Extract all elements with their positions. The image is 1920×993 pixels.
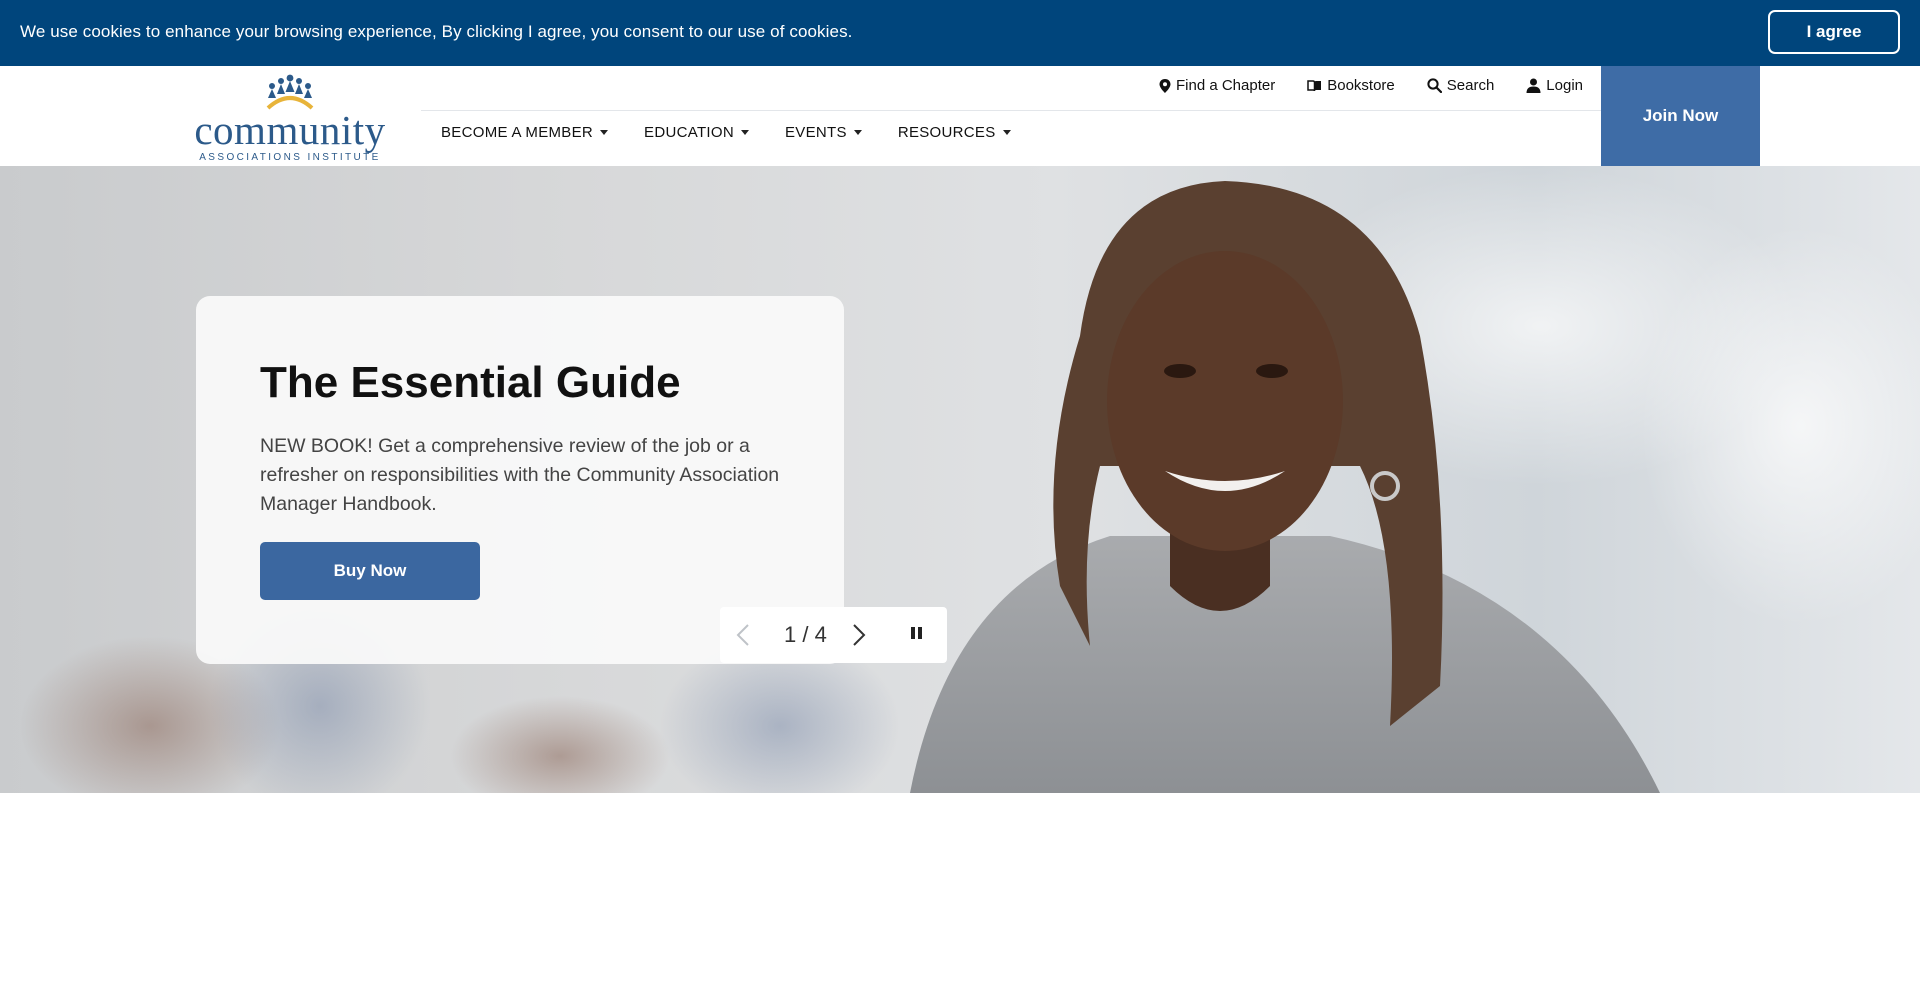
caret-down-icon	[740, 130, 749, 135]
search-link[interactable]: Search	[1427, 77, 1495, 94]
caret-down-icon	[600, 130, 609, 135]
utility-nav: Find a Chapter Bookstore Search Login	[1159, 77, 1583, 94]
hero-title: The Essential Guide	[260, 358, 681, 407]
header-divider	[421, 110, 1601, 111]
logo-subtitle: ASSOCIATIONS INSTITUTE	[199, 152, 381, 163]
logo-wordmark: community	[194, 107, 386, 153]
map-pin-icon	[1159, 78, 1171, 93]
user-icon	[1526, 78, 1541, 93]
caret-down-icon	[1002, 130, 1011, 135]
cookie-agree-button[interactable]: I agree	[1768, 10, 1900, 54]
cai-logo[interactable]: community ASSOCIATIONS INSTITUTE	[190, 74, 390, 163]
carousel-controls: 1 / 4	[720, 607, 947, 663]
nav-events[interactable]: EVENTS	[785, 124, 862, 141]
cookie-banner: We use cookies to enhance your browsing …	[0, 0, 1920, 66]
nav-education-label: EDUCATION	[644, 124, 734, 141]
nav-resources[interactable]: RESOURCES	[898, 124, 1011, 141]
bookstore-label: Bookstore	[1327, 77, 1395, 94]
find-chapter-link[interactable]: Find a Chapter	[1159, 77, 1275, 94]
nav-events-label: EVENTS	[784, 124, 847, 141]
hero-description: NEW BOOK! Get a comprehensive review of …	[260, 435, 780, 515]
chevron-left-icon[interactable]	[736, 623, 750, 647]
caret-down-icon	[853, 130, 862, 135]
book-icon	[1307, 79, 1322, 91]
slide-counter: 1 / 4	[784, 622, 827, 647]
login-label: Login	[1546, 77, 1583, 94]
pause-icon[interactable]	[910, 625, 924, 641]
logo-people-icon	[266, 74, 314, 110]
site-header: community ASSOCIATIONS INSTITUTE Find a …	[0, 66, 1920, 166]
nav-resources-label: RESOURCES	[897, 124, 996, 141]
chevron-right-icon[interactable]	[852, 623, 866, 647]
search-label: Search	[1446, 77, 1495, 94]
nav-education[interactable]: EDUCATION	[644, 124, 749, 141]
login-link[interactable]: Login	[1526, 77, 1583, 94]
buy-now-button[interactable]: Buy Now	[260, 542, 480, 600]
find-chapter-label: Find a Chapter	[1175, 77, 1276, 94]
bookstore-link[interactable]: Bookstore	[1307, 77, 1395, 94]
main-nav: BECOME A MEMBER EDUCATION EVENTS RESOURC…	[441, 124, 1011, 141]
hero-carousel: The Essential Guide NEW BOOK! Get a comp…	[0, 166, 1920, 793]
search-icon	[1427, 78, 1442, 93]
cookie-message: We use cookies to enhance your browsing …	[20, 22, 853, 41]
nav-become-member[interactable]: BECOME A MEMBER	[441, 124, 609, 141]
nav-become-member-label: BECOME A MEMBER	[441, 124, 594, 141]
join-now-button[interactable]: Join Now	[1601, 66, 1760, 166]
